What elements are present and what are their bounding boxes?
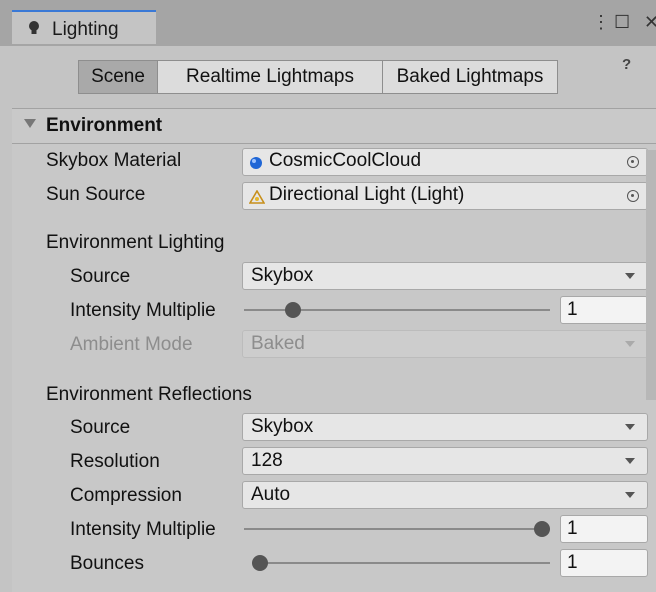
sun-source-label: Sun Source <box>46 184 146 205</box>
reflection-intensity-input[interactable]: 1 <box>560 515 648 543</box>
slider-track <box>252 562 550 564</box>
bounces-label: Bounces <box>70 553 144 574</box>
directional-light-icon <box>249 190 265 204</box>
compression-value: Auto <box>251 484 291 505</box>
skybox-material-label: Skybox Material <box>46 150 182 171</box>
lighting-intensity-label: Intensity Multiplie <box>70 300 216 321</box>
vertical-scrollbar[interactable] <box>646 150 656 400</box>
sun-source-field[interactable]: Directional Light (Light) <box>242 182 648 210</box>
bounces-slider[interactable] <box>252 549 550 577</box>
close-icon[interactable]: ✕ <box>644 12 656 33</box>
resolution-value: 128 <box>251 450 283 471</box>
slider-handle[interactable] <box>284 302 301 318</box>
reflection-source-label: Source <box>70 417 131 438</box>
help-icon[interactable]: ? <box>622 56 631 73</box>
tab-baked-lightmaps[interactable]: Baked Lightmaps <box>382 60 558 94</box>
sun-source-value: Directional Light (Light) <box>269 184 465 205</box>
lighting-intensity-slider[interactable] <box>244 296 550 324</box>
chevron-down-icon <box>625 492 635 498</box>
foldout-triangle-icon[interactable] <box>24 119 36 128</box>
slider-handle[interactable] <box>534 521 550 537</box>
ambient-mode-dropdown: Baked <box>242 330 648 358</box>
lighting-source-dropdown[interactable]: Skybox <box>242 262 648 290</box>
lighting-intensity-value: 1 <box>567 299 578 320</box>
lightbulb-icon <box>29 21 39 34</box>
object-picker-icon[interactable] <box>627 156 639 168</box>
compression-dropdown[interactable]: Auto <box>242 481 648 509</box>
environment-title: Environment <box>46 115 163 136</box>
chevron-down-icon <box>625 273 635 279</box>
chevron-down-icon <box>625 341 635 347</box>
maximize-icon[interactable]: ☐ <box>614 12 630 33</box>
tab-realtime-lightmaps[interactable]: Realtime Lightmaps <box>157 60 383 94</box>
resolution-dropdown[interactable]: 128 <box>242 447 648 475</box>
skybox-material-value: CosmicCoolCloud <box>269 150 422 171</box>
mode-toolbar: Scene Realtime Lightmaps Baked Lightmaps… <box>0 46 656 106</box>
lighting-source-value: Skybox <box>251 265 314 286</box>
slider-handle[interactable] <box>252 555 268 571</box>
bounces-input[interactable]: 1 <box>560 549 648 577</box>
environment-lighting-heading: Environment Lighting <box>46 232 225 253</box>
reflection-source-dropdown[interactable]: Skybox <box>242 413 648 441</box>
reflection-intensity-slider[interactable] <box>244 515 550 543</box>
lighting-window: Lighting ⋮ ☐ ✕ Scene Realtime Lightmaps … <box>0 0 656 592</box>
compression-label: Compression <box>70 485 182 506</box>
tab-scene[interactable]: Scene <box>78 60 158 94</box>
bounces-value: 1 <box>567 552 578 573</box>
environment-content: Skybox Material CosmicCoolCloud Sun Sour… <box>12 144 656 592</box>
skybox-material-field[interactable]: CosmicCoolCloud <box>242 148 648 176</box>
object-picker-icon[interactable] <box>627 190 639 202</box>
chevron-down-icon <box>625 458 635 464</box>
reflection-intensity-value: 1 <box>567 518 578 539</box>
window-tab-strip: Lighting ⋮ ☐ ✕ <box>0 0 656 46</box>
tab-title: Lighting <box>52 19 119 40</box>
environment-section-header[interactable]: Environment <box>12 108 656 144</box>
ambient-mode-value: Baked <box>251 333 305 354</box>
chevron-down-icon <box>625 424 635 430</box>
resolution-label: Resolution <box>70 451 160 472</box>
reflection-source-value: Skybox <box>251 416 314 437</box>
environment-reflections-heading: Environment Reflections <box>46 384 252 405</box>
ambient-mode-label: Ambient Mode <box>70 334 193 355</box>
lighting-intensity-input[interactable]: 1 <box>560 296 648 324</box>
lighting-tab[interactable]: Lighting <box>12 10 156 44</box>
kebab-menu-icon[interactable]: ⋮ <box>592 12 610 33</box>
material-sphere-icon <box>250 157 262 169</box>
reflection-intensity-label: Intensity Multiplie <box>70 519 216 540</box>
slider-track <box>244 528 550 530</box>
lighting-source-label: Source <box>70 266 131 287</box>
